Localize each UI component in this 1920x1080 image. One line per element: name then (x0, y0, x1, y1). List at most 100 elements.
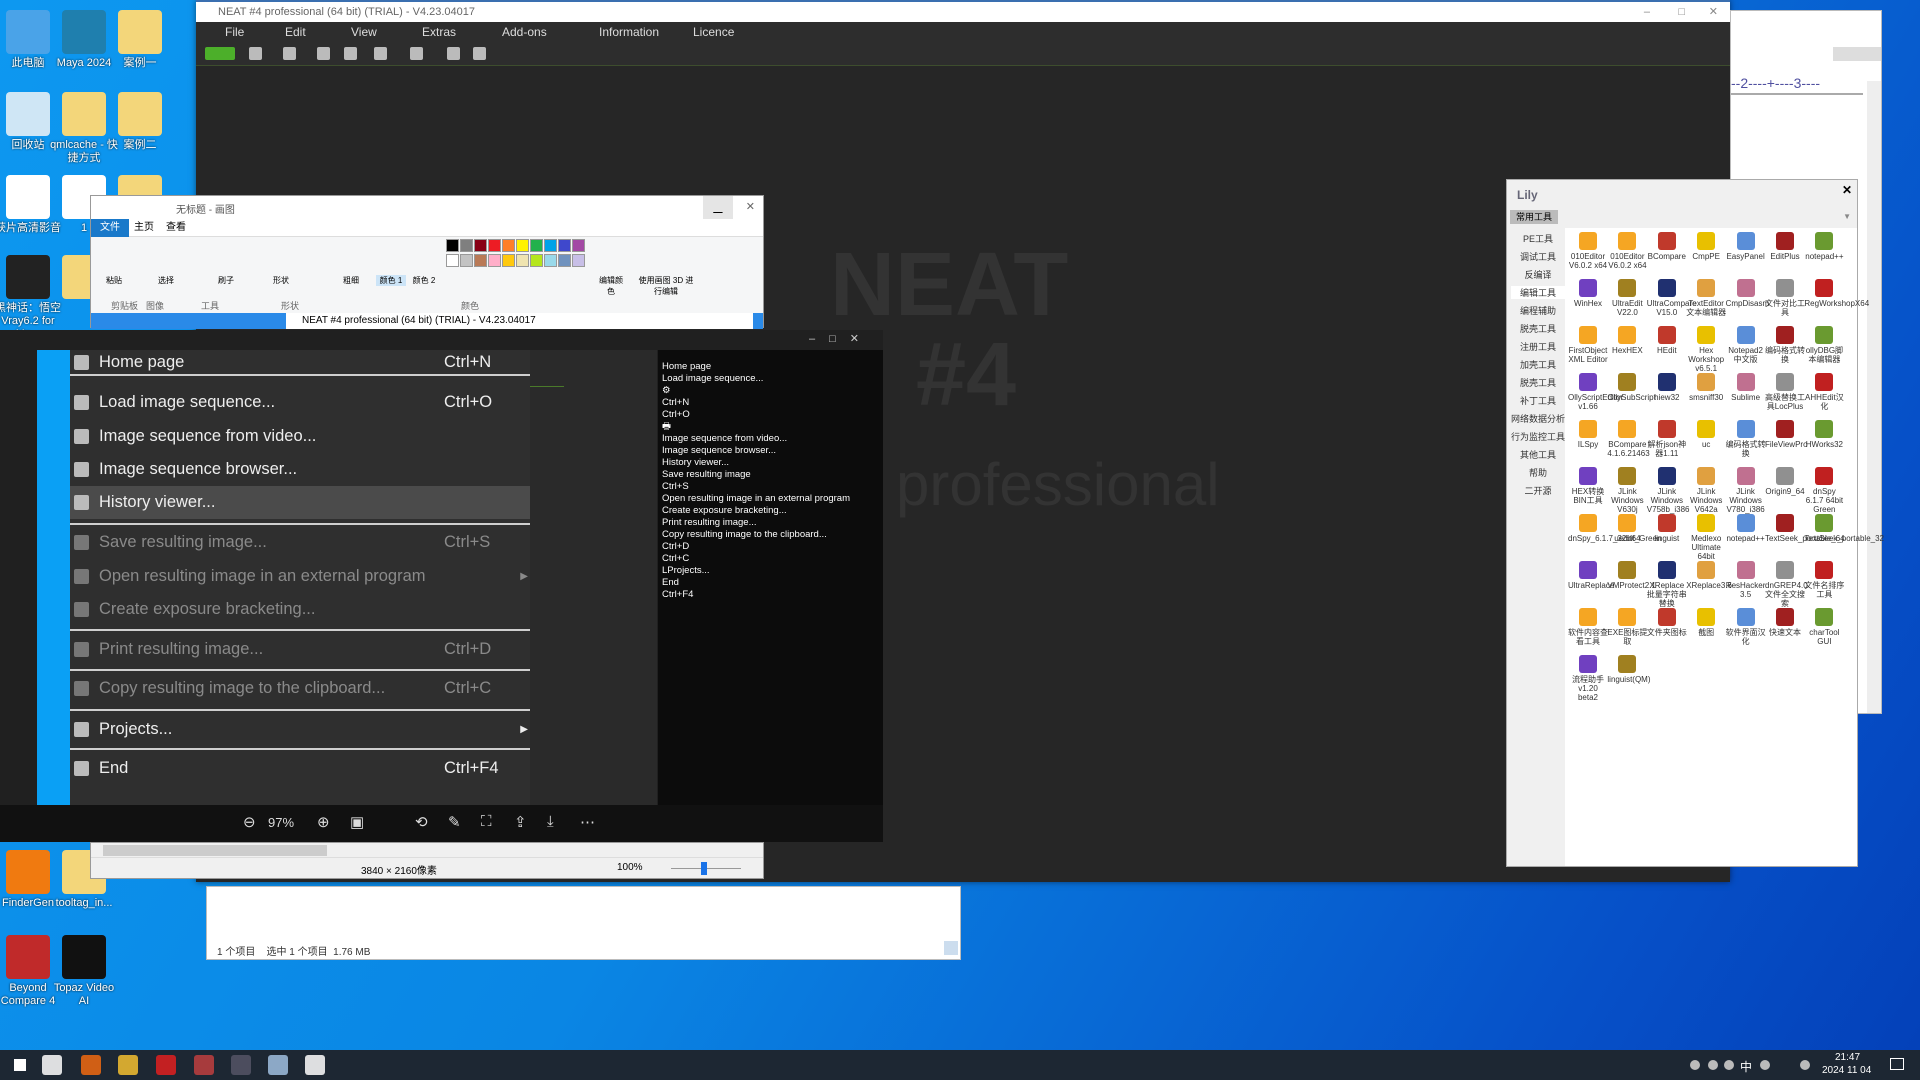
desktop-icon[interactable]: 案例一 (104, 10, 176, 70)
tab-2[interactable]: 查看 (161, 219, 191, 237)
tool-launcher[interactable]: dnSpy_6.1.7_32bit_Green (1568, 514, 1661, 543)
taskbar-app[interactable] (81, 1055, 101, 1075)
menu-item[interactable]: Save resulting image... Ctrl+S (70, 526, 530, 559)
menu-edit[interactable]: Edit (285, 22, 306, 42)
taskbar-app[interactable] (231, 1055, 251, 1075)
tray-icon[interactable] (1760, 1060, 1770, 1070)
menu-item[interactable]: Open resulting image in an external prog… (70, 560, 530, 593)
close-button[interactable]: ✕ (1709, 2, 1718, 22)
tool-launcher[interactable]: TextSeek_portable_64 (1765, 514, 1845, 543)
tool-launcher[interactable]: TextSeek_portable_32 (1804, 514, 1884, 543)
tab-0[interactable]: 文件 (91, 219, 129, 237)
tool-launcher[interactable]: 文件对比工具 (1765, 279, 1805, 317)
tool-launcher[interactable]: BCompare (1647, 232, 1687, 261)
scrollbar-thumb[interactable] (103, 845, 327, 856)
color-swatch[interactable] (558, 239, 571, 252)
ribbon-button[interactable]: 选择 (151, 275, 181, 286)
taskbar-app[interactable] (268, 1055, 288, 1075)
ime-indicator[interactable]: 中 (1740, 1058, 1752, 1075)
clock-time[interactable]: 21:47 (1835, 1052, 1860, 1063)
view-toggle[interactable] (944, 941, 958, 955)
tool-launcher[interactable]: JLink Windows V758b_i386 (1647, 467, 1690, 514)
color-swatch[interactable] (572, 239, 585, 252)
category-item[interactable]: 反编译 (1511, 268, 1565, 281)
color-swatch[interactable] (502, 254, 515, 267)
category-item[interactable]: 脱壳工具 (1511, 376, 1565, 389)
tool-launcher[interactable]: FileViewPro (1765, 420, 1808, 449)
tool-launcher[interactable]: 文件名排序工具 (1804, 561, 1844, 599)
tool-launcher[interactable]: OllyScriptEditor v1.66 (1568, 373, 1623, 411)
tool-launcher[interactable]: TextEditor 文本编辑器 (1686, 279, 1726, 317)
rotate-icon[interactable]: ⟲ (415, 813, 428, 831)
category-item[interactable]: 调试工具 (1511, 250, 1565, 263)
tool-launcher[interactable]: Sublime (1726, 373, 1766, 402)
color-swatch[interactable] (558, 254, 571, 267)
category-item[interactable]: 编辑工具 (1511, 286, 1565, 299)
tool-launcher[interactable]: XReplace3.6 (1686, 561, 1732, 590)
menu-item[interactable]: Projects... ▶ (70, 713, 530, 746)
tool-launcher[interactable]: uedit64 (1607, 514, 1647, 543)
tool-launcher[interactable]: JLink Windows V642a (1686, 467, 1726, 514)
zoom-out-icon[interactable]: ⊖ (243, 813, 256, 831)
color-swatch[interactable] (572, 254, 585, 267)
category-item[interactable]: 行为监控工具 (1511, 430, 1565, 443)
close-icon[interactable]: ✕ (1842, 183, 1852, 197)
color-swatch[interactable] (460, 254, 473, 267)
tool-launcher[interactable]: UltraEdit V22.0 (1607, 279, 1647, 317)
tab-1[interactable]: 主页 (129, 219, 159, 237)
tool-launcher[interactable]: 编码格式转换 (1765, 326, 1805, 364)
menu-add-ons[interactable]: Add-ons (502, 22, 547, 42)
menu-extras[interactable]: Extras (422, 22, 456, 42)
tool-launcher[interactable]: notepad++ (1804, 232, 1844, 261)
tool-launcher[interactable]: CmpDisasm (1726, 279, 1769, 308)
menu-view[interactable]: View (351, 22, 377, 42)
category-item[interactable]: 网络数据分析 (1511, 412, 1565, 425)
toolbar-button[interactable] (410, 47, 423, 60)
menu-item[interactable]: Copy resulting image to the clipboard...… (70, 672, 530, 705)
minimize-button[interactable]: _ (703, 196, 733, 219)
category-dropdown[interactable]: 常用工具 (1510, 210, 1558, 224)
tool-launcher[interactable]: UltraCompare V15.0 (1647, 279, 1697, 317)
tool-launcher[interactable]: smsniff30 (1686, 373, 1726, 402)
tool-launcher[interactable]: 高级替换工具LocPlus (1765, 373, 1805, 411)
mdi-controls[interactable] (1833, 47, 1881, 61)
menu-item[interactable]: Print resulting image... Ctrl+D (70, 633, 530, 666)
tool-launcher[interactable]: HEX转换BIN工具 (1568, 467, 1608, 505)
toolbar-button[interactable] (473, 47, 486, 60)
ribbon-button[interactable]: 颜色 2 (409, 275, 439, 286)
tool-launcher[interactable]: Notepad2 中文版 (1726, 326, 1766, 364)
menu-file[interactable]: File (225, 22, 244, 42)
tool-launcher[interactable]: 快速文本 (1765, 608, 1805, 637)
toolbar-button[interactable] (374, 47, 387, 60)
tool-launcher[interactable]: 编码格式转换 (1726, 420, 1766, 458)
menu-item[interactable]: Image sequence browser... (70, 453, 530, 486)
ribbon-button[interactable]: 粗细 (336, 275, 366, 286)
text-recognize-icon[interactable]: ⛶ (481, 813, 492, 830)
color-swatch[interactable] (516, 239, 529, 252)
tool-launcher[interactable]: BCompare 4.1.6.21463 (1607, 420, 1650, 458)
tool-launcher[interactable]: linguist(QM) (1607, 655, 1651, 684)
horizontal-scrollbar[interactable] (91, 843, 763, 858)
color-swatch[interactable] (530, 254, 543, 267)
taskbar-app[interactable] (194, 1055, 214, 1075)
tray-icon[interactable] (1724, 1060, 1734, 1070)
desktop-icon[interactable]: 案例二 (104, 92, 176, 152)
minimize-button[interactable]: – (1644, 2, 1650, 22)
tool-launcher[interactable]: 文件夹图标 (1647, 608, 1687, 637)
color-swatch[interactable] (446, 254, 459, 267)
tool-launcher[interactable]: RegWorkshopX64 (1804, 279, 1869, 308)
color-swatch[interactable] (530, 239, 543, 252)
tool-launcher[interactable]: HWorks32 (1804, 420, 1844, 449)
zoom-slider-thumb[interactable] (701, 862, 707, 875)
start-button[interactable] (14, 1059, 26, 1071)
zoom-slider[interactable] (671, 862, 741, 875)
color-swatch[interactable] (474, 254, 487, 267)
close-button[interactable]: ✕ (746, 200, 755, 213)
tool-launcher[interactable]: JLink Windows V630j (1607, 467, 1647, 514)
tool-launcher[interactable]: Hex Workshop v6.5.1 (1686, 326, 1726, 373)
tool-launcher[interactable]: JLink Windows V780_i386 (1726, 467, 1766, 514)
toolbar-button[interactable] (447, 47, 460, 60)
tool-launcher[interactable]: 截图 (1686, 608, 1726, 637)
tool-launcher[interactable]: CmpPE (1686, 232, 1726, 261)
category-item[interactable]: 其他工具 (1511, 448, 1565, 461)
